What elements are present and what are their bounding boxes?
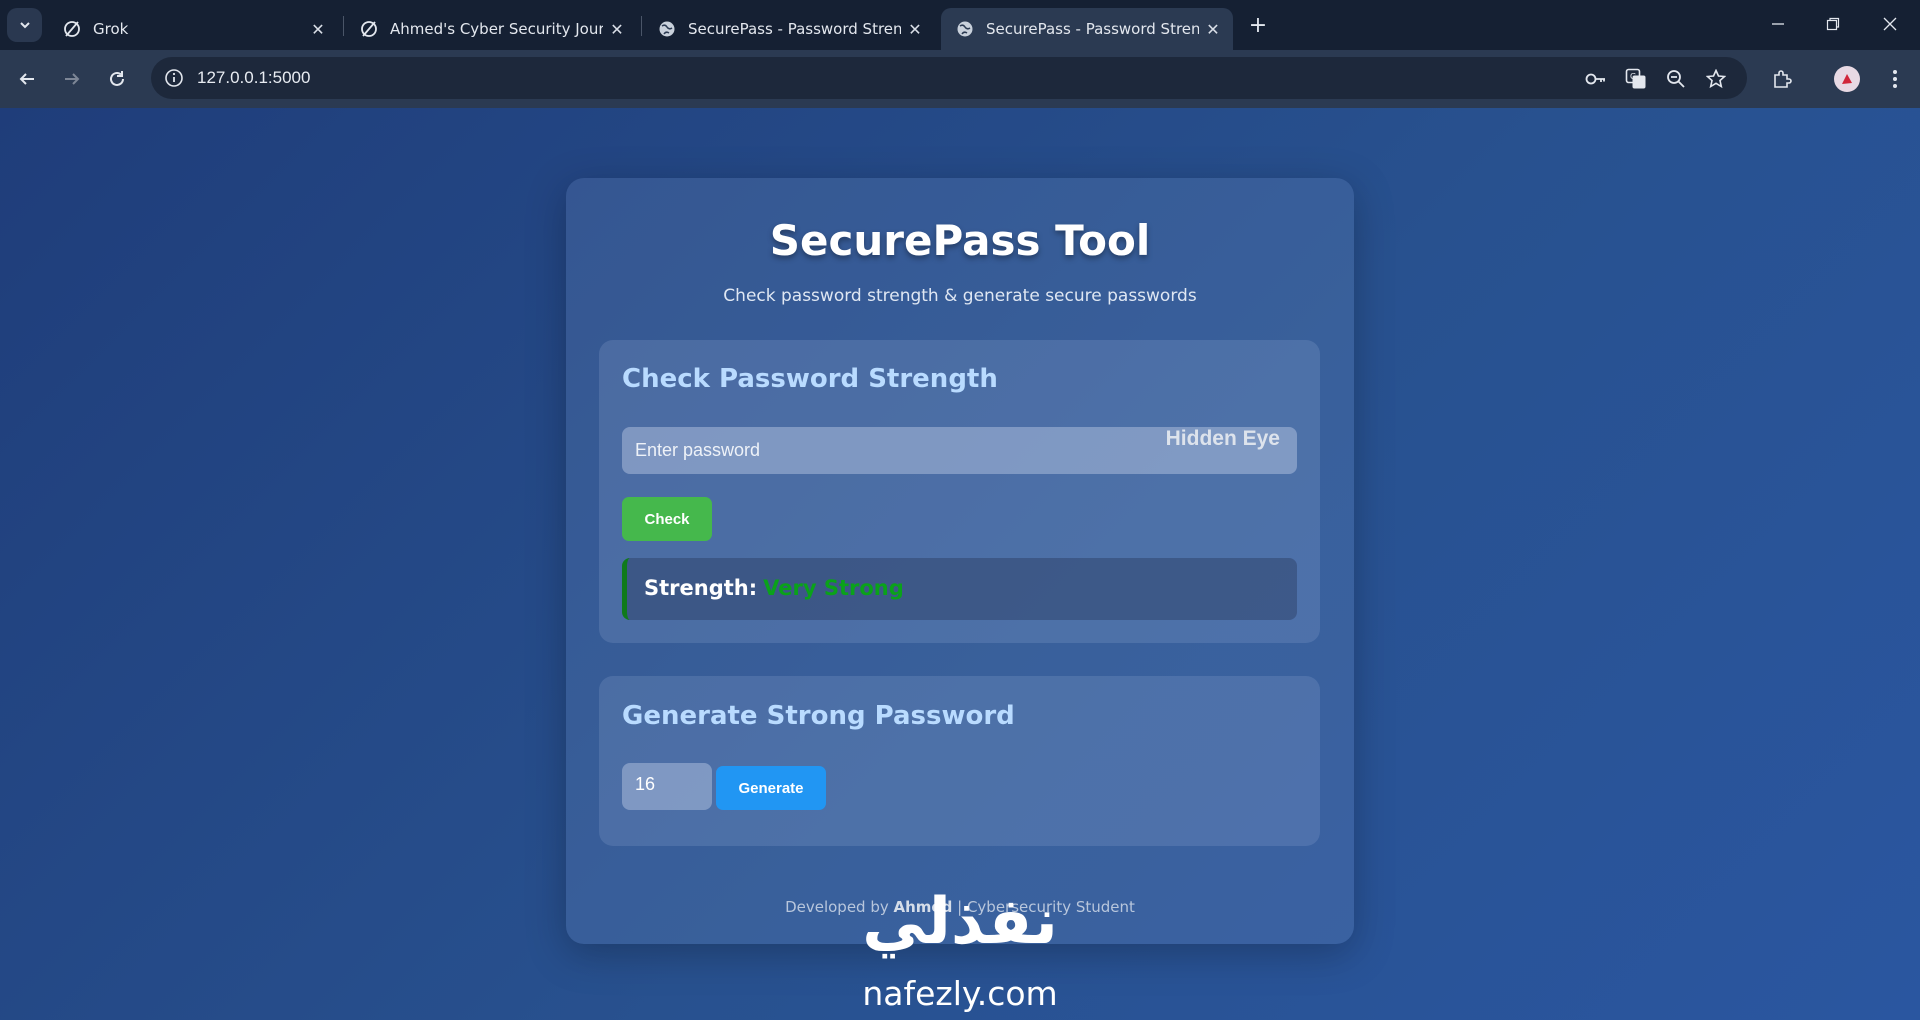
tab-grok[interactable]: Grok ✕ [48,8,338,50]
zoom-out-icon[interactable] [1664,68,1688,90]
footer-author: Ahmed [893,898,953,916]
tab-securepass-1[interactable]: SecurePass - Password Strength ✕ [643,8,935,50]
reload-icon[interactable] [102,64,132,94]
tab-divider [343,16,344,36]
tab-title: SecurePass - Password Strength [688,20,901,38]
password-placeholder: Enter password [635,440,761,460]
profile-avatar[interactable] [1834,66,1860,92]
url-text: 127.0.0.1:5000 [197,68,311,87]
new-tab-plus-icon[interactable]: + [1244,11,1272,39]
generate-password-section: Generate Strong Password 16 Generate [599,676,1320,846]
globe-icon [658,20,676,38]
grok-favicon-icon [63,20,81,38]
tab-title: Ahmed's Cyber Security Journey [390,20,603,38]
strength-label: Strength: [644,576,758,600]
footer-credit: Developed by Ahmed | Cybersecurity Stude… [566,898,1354,916]
bookmark-star-icon[interactable] [1704,68,1728,90]
svg-text:G: G [1630,72,1636,81]
password-length-value: 16 [635,774,656,794]
strength-result-box: Strength: Very Strong [622,558,1297,620]
browser-toolbar: 127.0.0.1:5000 G [0,50,1920,108]
password-length-input[interactable]: 16 [622,763,712,810]
chevron-down-icon [19,22,30,29]
password-input[interactable]: Enter password Hidden Eye [622,427,1297,474]
toggle-visibility-eye[interactable]: Hidden Eye [1166,427,1280,451]
tab-cyber-journey[interactable]: Ahmed's Cyber Security Journey ✕ [345,8,637,50]
footer-prefix: Developed by [785,898,889,916]
forward-arrow-icon[interactable] [57,64,87,94]
tab-search-button[interactable] [7,8,42,42]
securepass-card: SecurePass Tool Check password strength … [566,178,1354,944]
strength-value: Very Strong [763,576,904,600]
generate-button[interactable]: Generate [716,766,826,810]
close-window-icon[interactable] [1870,8,1910,40]
tab-divider [641,16,642,36]
strength-result: Strength: Very Strong [644,576,904,600]
grok-favicon-icon [360,20,378,38]
tab-title: Grok [93,20,129,38]
back-arrow-icon[interactable] [12,64,42,94]
close-icon[interactable]: ✕ [304,15,332,43]
more-menu-icon[interactable] [1880,64,1910,94]
address-bar[interactable]: 127.0.0.1:5000 G [151,57,1747,99]
footer-suffix: | Cybersecurity Student [957,898,1135,916]
translate-icon[interactable]: G [1624,68,1648,90]
page-background: SecurePass Tool Check password strength … [0,108,1920,1020]
close-icon[interactable]: ✕ [1199,15,1227,43]
tab-securepass-active[interactable]: SecurePass - Password Strength ✕ [941,8,1233,50]
site-info-icon[interactable] [163,67,185,89]
generate-section-title: Generate Strong Password [622,701,1015,731]
check-section-title: Check Password Strength [622,364,998,394]
key-icon[interactable] [1584,68,1608,90]
tab-title: SecurePass - Password Strength [986,20,1199,38]
restore-icon[interactable] [1813,8,1853,40]
tab-strip: Grok ✕ Ahmed's Cyber Security Journey ✕ … [0,0,1920,50]
close-icon[interactable]: ✕ [603,15,631,43]
extensions-puzzle-icon[interactable] [1767,64,1797,94]
globe-icon [956,20,974,38]
minimize-icon[interactable] [1758,8,1798,40]
check-button[interactable]: Check [622,497,712,541]
close-icon[interactable]: ✕ [901,15,929,43]
app-title: SecurePass Tool [769,216,1151,265]
app-subtitle: Check password strength & generate secur… [723,286,1197,306]
check-strength-section: Check Password Strength Enter password H… [599,340,1320,643]
